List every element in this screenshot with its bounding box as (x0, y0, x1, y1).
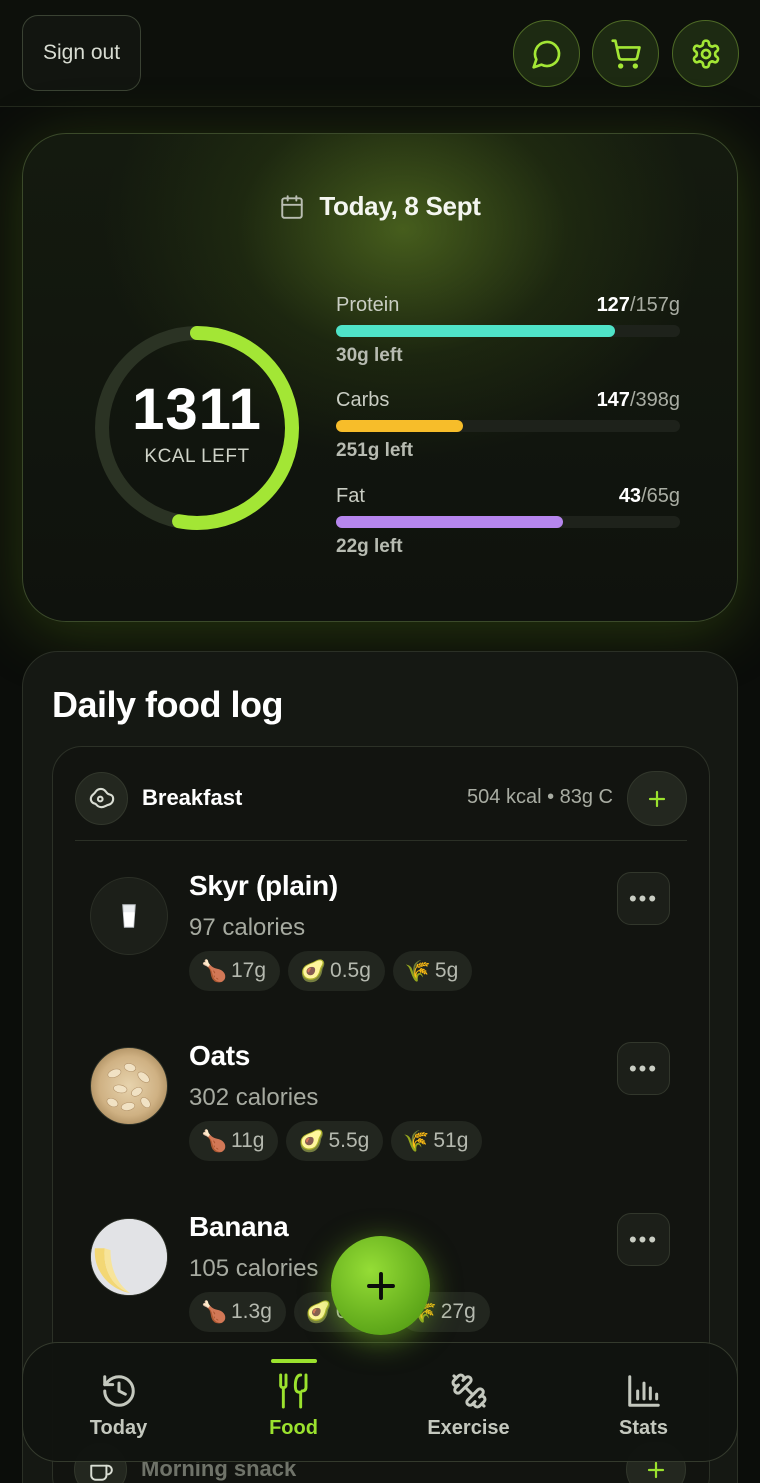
food-icon (274, 1371, 314, 1411)
nav-exercise[interactable]: Exercise (381, 1343, 556, 1463)
meal-divider (75, 840, 687, 841)
macro-chips: 🍗 11g 🥑 5.5g 🌾 51g (189, 1121, 483, 1161)
add-food-fab[interactable] (331, 1236, 430, 1335)
macro-progress-track (336, 325, 680, 337)
cart-button[interactable] (592, 20, 659, 87)
nav-food[interactable]: Food (206, 1343, 381, 1463)
food-item[interactable]: Skyr (plain) 97 calories 🍗 17g 🥑 0.5g 🌾 5g … (90, 867, 670, 1007)
chat-button[interactable] (513, 20, 580, 87)
nav-label: Stats (619, 1417, 668, 1439)
banana-image (90, 1218, 168, 1296)
more-dots-icon: ••• (628, 1226, 659, 1252)
nav-label: Food (269, 1417, 318, 1439)
macro-name: Carbs (336, 389, 390, 411)
macro-fat: Fat 43/65g 22g left (336, 485, 680, 558)
item-options-button[interactable]: ••• (617, 1213, 670, 1266)
macro-name: Fat (336, 485, 365, 507)
meal-header: Breakfast 504 kcal • 83g C (75, 771, 687, 826)
calendar-icon (281, 194, 304, 219)
nav-label: Today (89, 1417, 148, 1439)
protein-chip: 🍗 17g (189, 951, 281, 991)
dumbbell-icon (449, 1371, 489, 1411)
item-options-button[interactable]: ••• (617, 872, 670, 925)
carbs-chip: 🌾 5g (392, 951, 473, 991)
drumstick-icon: 🍗 (201, 1301, 228, 1324)
more-dots-icon: ••• (628, 1055, 659, 1081)
meal-name: Breakfast (142, 785, 243, 810)
macro-progress-track (336, 516, 680, 528)
drumstick-icon: 🍗 (201, 960, 228, 983)
macro-protein: Protein 127/157g 30g left (336, 294, 680, 367)
grain-icon: 🌾 (403, 1130, 430, 1153)
protein-chip: 🍗 11g (189, 1121, 279, 1161)
macro-value: 127/157g (596, 294, 680, 316)
macro-remaining: 22g left (336, 536, 403, 557)
date-selector[interactable]: Today, 8 Sept (23, 191, 737, 222)
kcal-left-label: KCAL LEFT (144, 446, 250, 467)
egg-icon (75, 772, 128, 825)
macro-value: 147/398g (596, 389, 680, 411)
nav-stats[interactable]: Stats (556, 1343, 731, 1463)
macro-progress-fill (336, 516, 564, 528)
macro-progress-track (336, 420, 680, 432)
date-label: Today, 8 Sept (319, 191, 481, 221)
macro-carbs: Carbs 147/398g 251g left (336, 389, 680, 462)
settings-button[interactable] (672, 20, 739, 87)
top-bar: Sign out (0, 0, 760, 107)
add-to-meal-button[interactable] (627, 771, 687, 826)
food-item-calories: 105 calories (189, 1255, 319, 1282)
macro-value: 43/65g (618, 485, 680, 507)
avocado-icon: 🥑 (300, 960, 327, 983)
plus-icon (366, 1271, 395, 1300)
cart-icon (610, 38, 641, 69)
bar-chart-icon (624, 1371, 664, 1411)
nav-label: Exercise (427, 1417, 510, 1439)
food-log-title: Daily food log (52, 684, 284, 725)
more-dots-icon: ••• (628, 885, 659, 911)
macro-chips: 🍗 17g 🥑 0.5g 🌾 5g (189, 951, 473, 991)
meal-stats: 504 kcal • 83g C (467, 786, 613, 808)
chat-icon (531, 40, 560, 69)
active-indicator (270, 1359, 317, 1363)
food-item-calories: 97 calories (189, 914, 306, 941)
grain-icon: 🌾 (404, 960, 432, 983)
food-item-name: Skyr (plain) (189, 870, 338, 901)
oats-image (90, 1047, 168, 1125)
bottom-navigation: Today Food Exercise Stats (22, 1342, 738, 1462)
protein-chip: 🍗 1.3g (189, 1292, 286, 1332)
drumstick-icon: 🍗 (201, 1130, 228, 1153)
food-item[interactable]: Oats 302 calories 🍗 11g 🥑 5.5g 🌾 51g ••• (90, 1037, 670, 1177)
calorie-ring: 1311 KCAL LEFT (91, 322, 303, 534)
settings-icon (692, 38, 719, 69)
daily-summary-card: Today, 8 Sept 1311 KCAL LEFT Protein 127… (22, 133, 738, 622)
macro-progress-fill (336, 325, 615, 337)
plus-icon (648, 790, 666, 807)
food-item-name: Banana (189, 1211, 289, 1242)
food-item-name: Oats (189, 1040, 251, 1071)
milk-glass-icon (90, 877, 168, 955)
food-item-calories: 302 calories (189, 1084, 319, 1111)
macro-progress-fill (336, 420, 464, 432)
nav-today[interactable]: Today (31, 1343, 206, 1463)
sign-out-button[interactable]: Sign out (22, 15, 141, 91)
item-options-button[interactable]: ••• (617, 1042, 670, 1095)
kcal-left-value: 1311 (132, 377, 262, 442)
macro-remaining: 30g left (336, 345, 403, 366)
carbs-chip: 🌾 51g (391, 1121, 483, 1161)
avocado-icon: 🥑 (305, 1301, 333, 1324)
macro-remaining: 251g left (336, 440, 414, 461)
macro-name: Protein (336, 294, 400, 316)
history-clock-icon (99, 1371, 139, 1411)
avocado-icon: 🥑 (298, 1130, 325, 1153)
fat-chip: 🥑 5.5g (286, 1121, 384, 1161)
fat-chip: 🥑 0.5g (288, 951, 385, 991)
